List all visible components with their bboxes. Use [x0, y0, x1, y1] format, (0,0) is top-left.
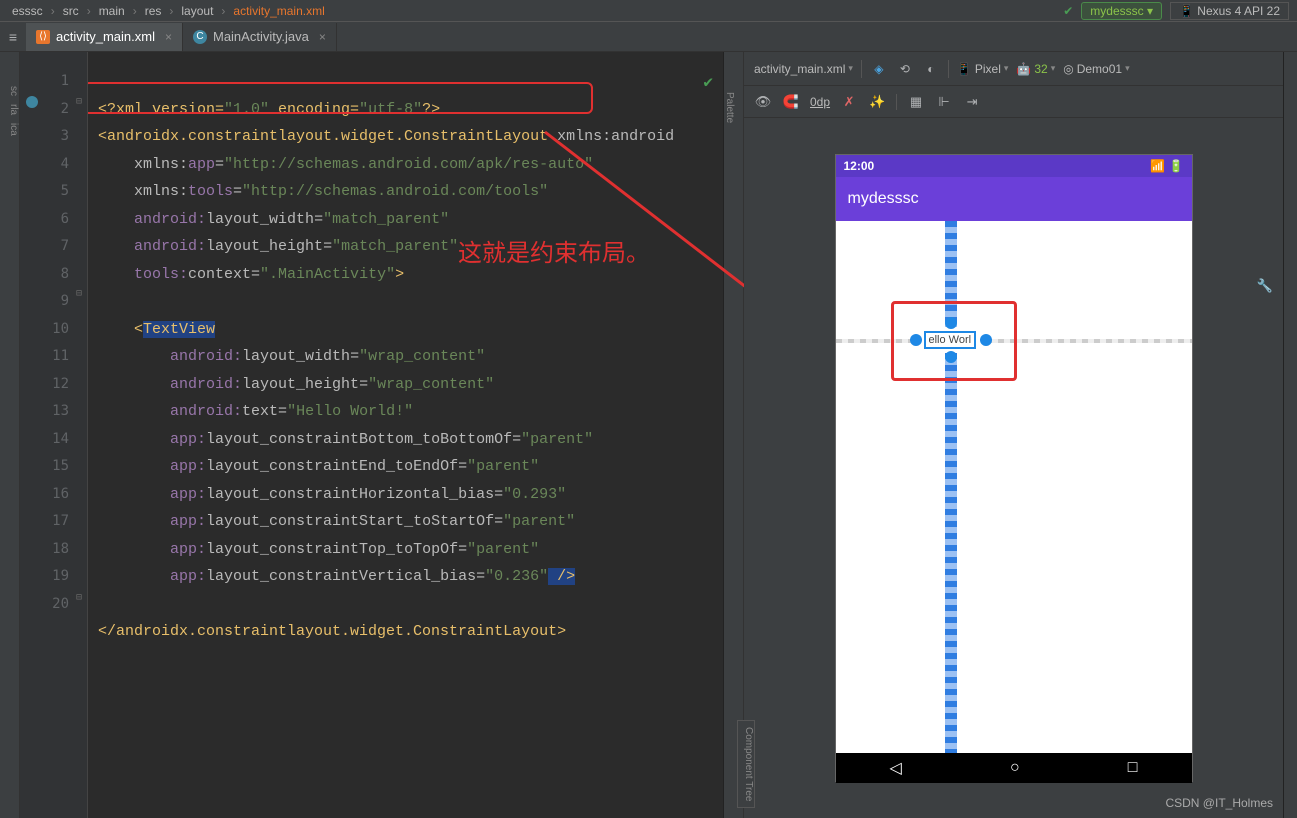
- tab-label: activity_main.xml: [56, 29, 155, 44]
- run-config-dropdown[interactable]: mydesssc ▾: [1081, 2, 1162, 20]
- layout-toolbar-1: activity_main.xml ◈ ⟲ ◐ 📱 Pixel 🤖 32 ◎ D…: [744, 52, 1283, 86]
- crumb[interactable]: esssc: [12, 4, 43, 18]
- guideline-icon[interactable]: ⊩: [935, 93, 953, 111]
- tab-label: MainActivity.java: [213, 29, 309, 44]
- layout-toolbar-2: 👁 🧲 0dp ✗ ✨ ▦ ⊩ ⇥: [744, 86, 1283, 118]
- gutter: 1234 5678 9101112 13141516 17181920 ⊟ ⊟ …: [20, 52, 88, 818]
- design-canvas[interactable]: 🔧 12:00 📶 🔋 mydesssc: [744, 118, 1283, 818]
- crumb[interactable]: layout: [181, 4, 213, 18]
- status-bar: 12:00 📶 🔋: [836, 155, 1192, 177]
- handle[interactable]: [945, 317, 957, 329]
- tab-activity-main[interactable]: ⟨⟩ activity_main.xml ×: [26, 23, 183, 51]
- xml-file-icon: ⟨⟩: [36, 30, 50, 44]
- component-tree-tab[interactable]: Component Tree: [737, 720, 755, 809]
- java-file-icon: C: [193, 30, 207, 44]
- crumb[interactable]: src: [63, 4, 79, 18]
- watermark: CSDN @IT_Holmes: [1165, 796, 1273, 810]
- code-editor[interactable]: 1234 5678 9101112 13141516 17181920 ⊟ ⊟ …: [20, 52, 723, 818]
- api-select[interactable]: 🤖 32: [1016, 62, 1055, 76]
- inspection-ok-icon[interactable]: ✔: [703, 70, 713, 98]
- editor-tabs: ≡ ⟨⟩ activity_main.xml × C MainActivity.…: [0, 22, 1297, 52]
- clear-constraints-icon[interactable]: ✗: [840, 93, 858, 111]
- handle[interactable]: [910, 334, 922, 346]
- annotation-text: 这就是约束布局。: [458, 242, 650, 270]
- wrench-icon[interactable]: 🔧: [1257, 278, 1273, 294]
- app-title: mydesssc: [848, 190, 919, 208]
- project-tool-icon[interactable]: ≡: [0, 24, 26, 50]
- right-tool-strip[interactable]: [1283, 52, 1297, 818]
- theme-select[interactable]: ◎ Demo01: [1063, 62, 1129, 76]
- crumb[interactable]: res: [145, 4, 162, 18]
- annotation-box: [88, 82, 593, 114]
- device-preview[interactable]: 12:00 📶 🔋 mydesssc ello Worl: [835, 154, 1193, 782]
- handle[interactable]: [980, 334, 992, 346]
- file-dropdown[interactable]: activity_main.xml: [754, 62, 853, 76]
- left-tool-strip[interactable]: scrlaica: [0, 52, 20, 818]
- align-icon[interactable]: ▦: [907, 93, 925, 111]
- night-mode-icon[interactable]: ◐: [922, 60, 940, 78]
- sync-ok-icon: ✔: [1063, 4, 1073, 18]
- palette-tab[interactable]: Palette: [723, 52, 743, 818]
- crumb[interactable]: main: [99, 4, 125, 18]
- app-bar: mydesssc: [836, 177, 1192, 221]
- pack-icon[interactable]: ⇥: [963, 93, 981, 111]
- back-icon: ◁: [890, 758, 902, 778]
- breakpoint-icon[interactable]: [26, 96, 38, 108]
- nav-bar: ◁ ○ □: [836, 753, 1192, 783]
- fold-icon[interactable]: ⊟: [73, 592, 85, 604]
- fold-icon[interactable]: ⊟: [73, 96, 85, 108]
- code-content[interactable]: <?xml version="1.0" encoding="utf-8"?> <…: [88, 52, 723, 818]
- top-toolbar-right: ✔ mydesssc ▾ 📱 Nexus 4 API 22: [1055, 0, 1297, 22]
- crumb[interactable]: activity_main.xml: [233, 4, 324, 18]
- close-icon[interactable]: ×: [165, 30, 172, 44]
- layout-editor-panel: activity_main.xml ◈ ⟲ ◐ 📱 Pixel 🤖 32 ◎ D…: [743, 52, 1283, 818]
- device-select[interactable]: 📱 Pixel: [957, 62, 1009, 76]
- device-dropdown[interactable]: 📱 Nexus 4 API 22: [1170, 2, 1289, 20]
- handle[interactable]: [945, 351, 957, 363]
- fold-icon[interactable]: ⊟: [73, 288, 85, 300]
- textview-widget[interactable]: ello Worl: [924, 331, 977, 349]
- orientation-icon[interactable]: ⟲: [896, 60, 914, 78]
- recents-icon: □: [1128, 759, 1138, 777]
- magnet-icon[interactable]: 🧲: [782, 93, 800, 111]
- design-surface-icon[interactable]: ◈: [870, 60, 888, 78]
- status-time: 12:00: [844, 159, 875, 173]
- home-icon: ○: [1010, 759, 1020, 777]
- constraint-spring-bottom: [945, 353, 957, 753]
- default-margin[interactable]: 0dp: [810, 95, 830, 109]
- view-options-icon[interactable]: 👁: [754, 93, 772, 111]
- infer-constraints-icon[interactable]: ✨: [868, 93, 886, 111]
- tab-main-activity[interactable]: C MainActivity.java ×: [183, 23, 337, 51]
- content-area[interactable]: ello Worl: [836, 221, 1192, 753]
- close-icon[interactable]: ×: [319, 30, 326, 44]
- status-icons: 📶 🔋: [1150, 159, 1183, 173]
